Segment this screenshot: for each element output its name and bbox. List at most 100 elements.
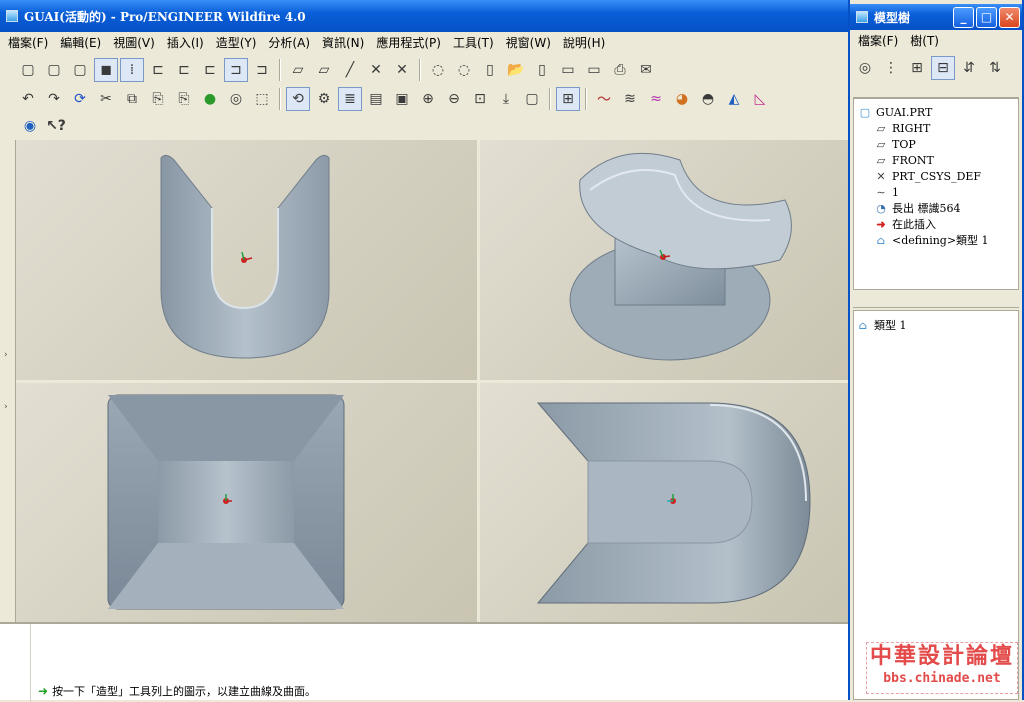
sketch-plane-icon[interactable]: ▱ (312, 58, 336, 82)
menu-file[interactable]: 檔案(F) (2, 34, 54, 51)
menu-info[interactable]: 資訊(N) (316, 34, 370, 51)
create-point-icon[interactable]: ✕ (364, 58, 388, 82)
tree-menu-file[interactable]: 檔案(F) (852, 32, 904, 49)
spin-center-icon[interactable]: ⊐ (250, 58, 274, 82)
tree-item-style-defining[interactable]: ⌂ <defining>類型 1 (854, 232, 1018, 248)
regen-arrows-icon[interactable]: ⟳ (68, 87, 92, 111)
view-manager-icon[interactable]: ▤ (364, 87, 388, 111)
datum-point-icon[interactable]: ⊏ (198, 58, 222, 82)
traffic-light-icon[interactable]: ● (198, 87, 222, 111)
redo-icon[interactable]: ↷ (42, 87, 66, 111)
close-button[interactable]: ✕ (999, 6, 1020, 28)
model-tree-title-bar[interactable]: 模型樹 _ □ ✕ (850, 4, 1022, 30)
regenerate-icon[interactable]: ◌ (452, 58, 476, 82)
menu-window[interactable]: 視窗(W) (500, 34, 557, 51)
style-tree-item[interactable]: ⌂ 類型 1 (854, 317, 1018, 333)
collapse-arrow-icon[interactable]: › (4, 350, 8, 360)
maximize-button[interactable]: □ (976, 6, 997, 28)
zoom-fit-icon[interactable]: ⊡ (468, 87, 492, 111)
viewport-right[interactable] (480, 383, 848, 622)
find-binoculars-icon[interactable]: ◎ (853, 56, 877, 80)
tree-item-curve[interactable]: ∼ 1 (854, 184, 1018, 200)
datum-plane-icon[interactable]: ⊏ (146, 58, 170, 82)
hidden-line-icon[interactable]: ▢ (42, 58, 66, 82)
viewport-top[interactable] (16, 383, 477, 622)
menu-style[interactable]: 造型(Y) (210, 34, 263, 51)
copy-icon[interactable]: ⧉ (120, 87, 144, 111)
print-icon[interactable]: ⎙ (608, 58, 632, 82)
tree-columns-icon[interactable]: ⊞ (905, 56, 929, 80)
csys-display-icon[interactable]: ⊐ (224, 58, 248, 82)
tree-item-csys[interactable]: ✕ PRT_CSYS_DEF (854, 168, 1018, 184)
tree-menu-tree[interactable]: 樹(T) (904, 32, 945, 49)
collapse-all-icon[interactable]: ⇅ (983, 56, 1007, 80)
zoom-in-icon[interactable]: ⊕ (416, 87, 440, 111)
refit-icon[interactable]: ▣ (390, 87, 414, 111)
reorient-icon[interactable]: ⤓ (494, 87, 518, 111)
left-collapse-strip[interactable]: › › (0, 140, 16, 622)
undo-icon[interactable]: ↶ (16, 87, 40, 111)
collapse-arrow-icon[interactable]: › (4, 402, 8, 412)
section-analysis-icon[interactable]: ≋ (618, 87, 642, 111)
send-mail-icon[interactable]: ✉ (634, 58, 658, 82)
open-icon[interactable]: ▯ (530, 58, 554, 82)
find-icon[interactable]: ◎ (224, 87, 248, 111)
tree-item-right[interactable]: ▱ RIGHT (854, 120, 1018, 136)
menu-insert[interactable]: 插入(I) (161, 34, 210, 51)
curve-analysis-icon[interactable]: 〜 (592, 87, 616, 111)
tree-item-front[interactable]: ▱ FRONT (854, 152, 1018, 168)
menu-help[interactable]: 說明(H) (557, 34, 611, 51)
save-icon[interactable]: ▭ (556, 58, 580, 82)
datum-display-icon[interactable]: ⁞ (120, 58, 144, 82)
no-hidden-icon[interactable]: ▢ (68, 58, 92, 82)
create-csys-icon[interactable]: ✕ (390, 58, 414, 82)
tree-item-protrusion[interactable]: ◔ 長出 標識564 (854, 200, 1018, 216)
menu-view[interactable]: 視圖(V) (107, 34, 161, 51)
menu-edit[interactable]: 編輯(E) (54, 34, 107, 51)
open-folder-icon[interactable]: 📂 (504, 58, 528, 82)
whats-this-lips-icon[interactable]: ◉ (18, 114, 42, 138)
tree-filter-icon[interactable]: ⊟ (931, 56, 955, 80)
message-area: ➜ 按一下「造型」工具列上的圖示，以建立曲線及曲面。 (0, 622, 848, 702)
create-plane-icon[interactable]: ▱ (286, 58, 310, 82)
slope-analysis-icon[interactable]: ◺ (748, 87, 772, 111)
orient-icon[interactable]: ⟲ (286, 87, 310, 111)
spin-icon[interactable]: ⚙ (312, 87, 336, 111)
new-file-icon[interactable]: ▯ (478, 58, 502, 82)
tree-item-top[interactable]: ▱ TOP (854, 136, 1018, 152)
message-area-left-divider (30, 624, 31, 702)
draft-check-icon[interactable]: ◭ (722, 87, 746, 111)
section-curvature-icon[interactable]: ◓ (696, 87, 720, 111)
paste-icon[interactable]: ⎘ (146, 87, 170, 111)
tree-item-part[interactable]: ▢ GUAI.PRT (854, 104, 1018, 120)
zoom-out-icon[interactable]: ⊖ (442, 87, 466, 111)
menu-tools[interactable]: 工具(T) (447, 34, 500, 51)
main-window-title: GUAI(活動的) - Pro/ENGINEER Wildfire 4.0 (24, 9, 306, 24)
saved-views-icon[interactable]: ▢ (520, 87, 544, 111)
cut-icon[interactable]: ✂ (94, 87, 118, 111)
datum-axis-icon[interactable]: ⊏ (172, 58, 196, 82)
paste-special-icon[interactable]: ⎘ (172, 87, 196, 111)
viewport-front[interactable] (16, 140, 477, 380)
selection-box-icon[interactable]: ⬚ (250, 87, 274, 111)
curve-icon: ∼ (876, 185, 886, 199)
offset-analysis-icon[interactable]: ≈ (644, 87, 668, 111)
shading-icon[interactable]: ◼ (94, 58, 118, 82)
menu-applications[interactable]: 應用程式(P) (370, 34, 447, 51)
layers-icon[interactable]: ≣ (338, 87, 362, 111)
context-help-icon[interactable]: ↖? (44, 114, 68, 138)
gaussian-curvature-icon[interactable]: ◕ (670, 87, 694, 111)
expand-all-icon[interactable]: ⇵ (957, 56, 981, 80)
main-title-bar[interactable]: GUAI(活動的) - Pro/ENGINEER Wildfire 4.0 (0, 0, 848, 32)
model-display-icon[interactable]: ⊞ (556, 87, 580, 111)
menu-analysis[interactable]: 分析(A) (262, 34, 316, 51)
tree-splitter[interactable] (853, 292, 1019, 308)
shading-wireframe-icon[interactable]: ▢ (16, 58, 40, 82)
minimize-button[interactable]: _ (953, 6, 974, 28)
tree-item-insert-here[interactable]: ➜ 在此插入 (854, 216, 1018, 232)
tree-settings-icon[interactable]: ⋮ (879, 56, 903, 80)
undo-redo-history-icon[interactable]: ◌ (426, 58, 450, 82)
save-copy-icon[interactable]: ▭ (582, 58, 606, 82)
create-axis-icon[interactable]: ╱ (338, 58, 362, 82)
viewport-isometric[interactable] (480, 140, 848, 380)
